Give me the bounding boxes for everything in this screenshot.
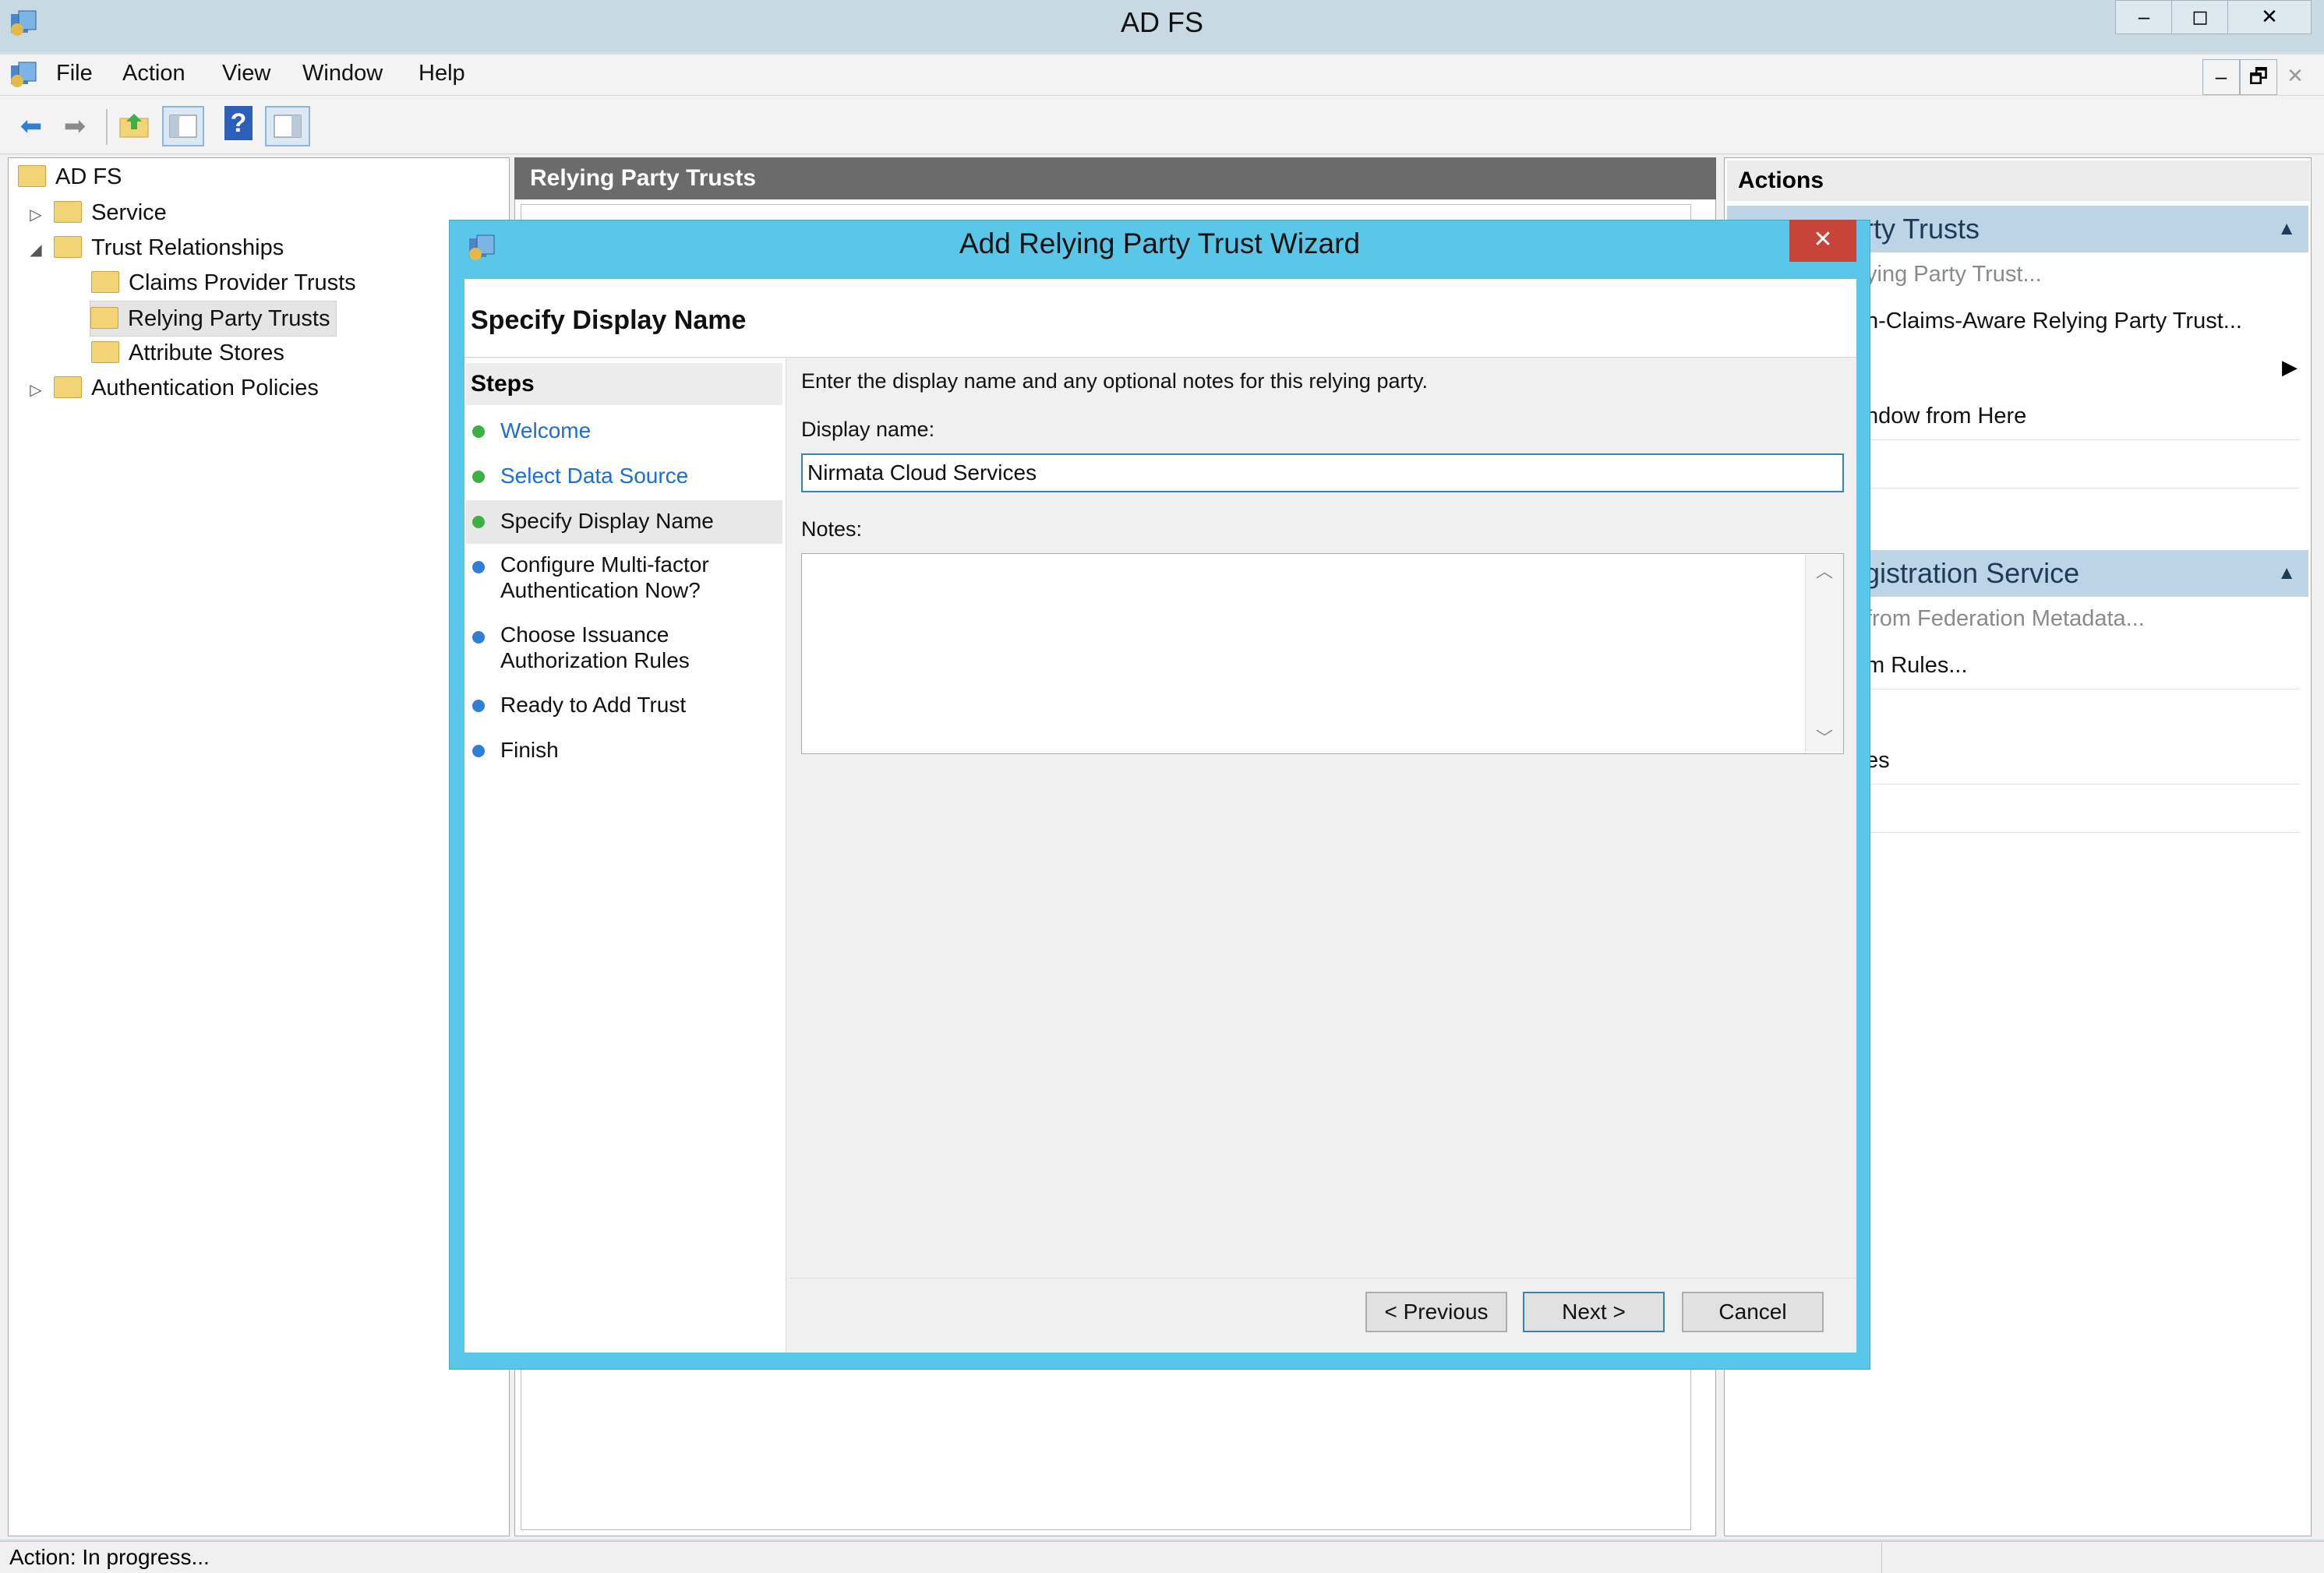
folder-icon — [54, 376, 83, 399]
tree-item-claims-provider-trusts[interactable]: Claims Provider Trusts — [91, 266, 356, 300]
dialog-close-button[interactable]: ✕ — [1789, 220, 1856, 262]
tree-item-label: Relying Party Trusts — [128, 306, 330, 331]
steps-title: Steps — [471, 371, 535, 397]
step-done-icon — [472, 471, 485, 483]
show-hide-tree-icon[interactable] — [162, 106, 204, 146]
tree-item-authentication-policies[interactable]: ▷ Authentication Policies — [24, 371, 319, 405]
menu-action[interactable]: Action — [122, 61, 185, 86]
actions-section-title: rty Trusts — [1864, 213, 1980, 245]
step-welcome[interactable]: Welcome — [500, 418, 591, 443]
center-pane-header: Relying Party Trusts — [514, 157, 1716, 199]
forward-arrow-icon[interactable]: ➡ — [55, 106, 95, 146]
menu-file[interactable]: File — [56, 61, 93, 86]
toolbar — [0, 96, 2324, 154]
action-edit-claim-rules[interactable]: m Rules... — [1866, 653, 1968, 679]
tree-root-label: AD FS — [55, 164, 122, 189]
tree-root[interactable]: AD FS — [18, 160, 122, 194]
next-button[interactable]: Next > — [1523, 1292, 1665, 1332]
menu-help[interactable]: Help — [419, 61, 465, 86]
mdi-close-button[interactable]: ✕ — [2277, 59, 2313, 93]
tree-item-attribute-stores[interactable]: Attribute Stores — [91, 336, 284, 370]
mdi-minimize-button[interactable]: – — [2202, 59, 2240, 95]
toolbar-separator — [106, 109, 108, 145]
folder-icon — [18, 165, 46, 188]
instruction-text: Enter the display name and any optional … — [801, 369, 1428, 393]
status-divider — [1881, 1543, 1882, 1573]
notes-scrollbar[interactable]: ︿ ﹀ — [1805, 555, 1843, 753]
menu-view[interactable]: View — [222, 61, 270, 86]
console-tree: AD FS ▷ Service ◢ Trust Relationships Cl… — [8, 157, 510, 1536]
action-add-non-claims-aware-trust[interactable]: n-Claims-Aware Relying Party Trust... — [1866, 309, 2242, 334]
folder-icon — [54, 201, 83, 224]
back-arrow-icon[interactable]: ⬅ — [11, 106, 51, 146]
maximize-button[interactable]: ◻ — [2171, 0, 2229, 34]
window-title: AD FS — [1120, 6, 1203, 38]
show-hide-action-pane-icon[interactable] — [265, 106, 310, 146]
scroll-up-icon[interactable]: ︿ — [1806, 558, 1843, 583]
help-icon[interactable]: ? — [224, 106, 253, 140]
step-pending-icon — [472, 745, 485, 757]
action-add-relying-party-trust[interactable]: ying Party Trust... — [1866, 262, 2042, 287]
step-specify-display-name: Specify Display Name — [500, 509, 714, 533]
folder-icon — [54, 236, 83, 259]
submenu-arrow-icon[interactable]: ▶ — [2282, 355, 2298, 379]
action-update-from-federation-metadata[interactable]: from Federation Metadata... — [1866, 606, 2145, 632]
step-finish: Finish — [500, 738, 559, 762]
page-heading: Specify Display Name — [471, 305, 747, 335]
step-choose-issuance-rules: Choose Issuance Authorization Rules — [500, 622, 690, 672]
folder-icon — [91, 271, 119, 294]
tree-item-label: Service — [91, 200, 167, 225]
relying-party-folder-icon — [90, 307, 118, 330]
tree-item-label: Authentication Policies — [91, 376, 319, 400]
actions-section-title: gistration Service — [1864, 557, 2080, 589]
mdi-restore-button[interactable]: 🗗 — [2240, 59, 2277, 95]
step-current-icon — [472, 516, 485, 528]
collapse-up-icon[interactable]: ▲ — [2277, 550, 2296, 597]
step-configure-mfa: Configure Multi-factor Authentication No… — [500, 552, 709, 602]
up-folder-icon[interactable] — [118, 111, 151, 140]
tree-item-label: Trust Relationships — [91, 235, 284, 260]
collapse-arrow-icon[interactable]: ◢ — [24, 233, 48, 267]
step-ready-to-add-trust: Ready to Add Trust — [500, 693, 687, 717]
action-new-window-from-here[interactable]: ndow from Here — [1866, 404, 2026, 429]
status-bar: Action: In progress... — [0, 1541, 2324, 1573]
step-select-data-source[interactable]: Select Data Source — [500, 463, 688, 488]
step-done-icon — [472, 425, 485, 438]
step-pending-icon — [472, 631, 485, 644]
tree-item-trust-relationships[interactable]: ◢ Trust Relationships — [24, 231, 284, 265]
display-name-input[interactable] — [801, 453, 1844, 492]
notes-textarea[interactable] — [801, 553, 1844, 754]
console-icon — [8, 59, 39, 90]
previous-button[interactable]: < Previous — [1365, 1292, 1507, 1332]
cancel-button[interactable]: Cancel — [1682, 1292, 1824, 1332]
tree-item-relying-party-trusts[interactable]: Relying Party Trusts — [90, 301, 337, 337]
folder-icon — [91, 341, 119, 364]
expand-arrow-icon[interactable]: ▷ — [24, 373, 48, 407]
tree-item-label: Claims Provider Trusts — [129, 270, 356, 295]
minimize-button[interactable]: – — [2115, 0, 2173, 34]
tree-item-label: Attribute Stores — [129, 340, 284, 365]
dialog-title: Add Relying Party Trust Wizard — [959, 227, 1361, 259]
display-name-label: Display name: — [801, 418, 935, 441]
menu-window[interactable]: Window — [302, 61, 383, 86]
collapse-up-icon[interactable]: ▲ — [2277, 206, 2296, 252]
actions-title: Actions — [1727, 160, 2310, 201]
notes-label: Notes: — [801, 517, 863, 541]
scroll-down-icon[interactable]: ﹀ — [1806, 725, 1843, 749]
expand-arrow-icon[interactable]: ▷ — [24, 198, 48, 232]
step-pending-icon — [472, 700, 485, 712]
step-pending-icon — [472, 561, 485, 573]
close-window-button[interactable]: ✕ — [2227, 0, 2312, 34]
tree-item-service[interactable]: ▷ Service — [24, 196, 167, 232]
footer-divider — [790, 1278, 1856, 1279]
